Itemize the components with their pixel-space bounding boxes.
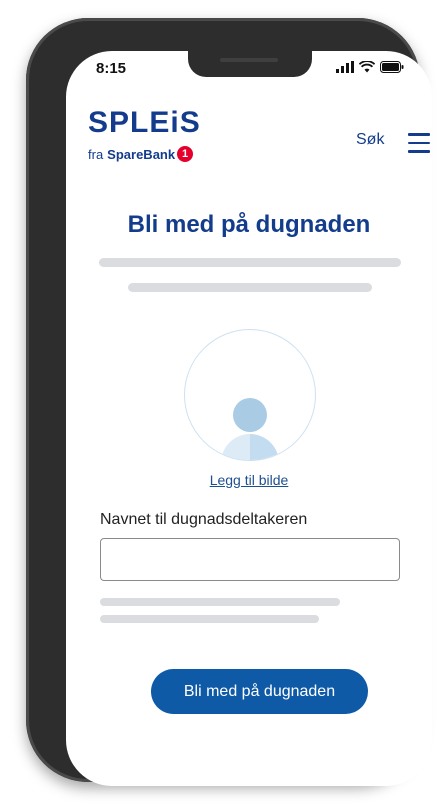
add-photo-link[interactable]: Legg til bilde (66, 472, 432, 488)
cellular-signal-icon (336, 61, 354, 73)
skeleton-line (128, 283, 372, 292)
battery-icon (380, 61, 404, 73)
wifi-icon (359, 61, 375, 73)
logo-sponsor: fra SpareBank 1 (88, 146, 201, 162)
status-time: 8:15 (96, 60, 127, 77)
spleis-logo[interactable]: SPLEiS fra SpareBank 1 (88, 108, 201, 162)
skeleton-line (100, 598, 340, 606)
notch-speaker (220, 58, 278, 62)
search-link[interactable]: Søk (356, 131, 384, 149)
sparebank-badge: 1 (177, 146, 194, 162)
join-dugnad-button[interactable]: Bli med på dugnaden (151, 669, 368, 714)
participant-name-input[interactable] (100, 538, 400, 581)
name-field-label: Navnet til dugnadsdeltakeren (100, 511, 308, 528)
skeleton-line (100, 615, 319, 623)
skeleton-line (99, 258, 401, 267)
logo-sub-brand: SpareBank (107, 146, 176, 162)
logo-wordmark: SPLEiS (88, 106, 201, 139)
page-title: Bli med på dugnaden (127, 211, 371, 238)
phone-frame: 8:15 SPLEiS fra SpareBank 1 Søk Bli med … (26, 18, 432, 786)
person-body-shape (221, 434, 279, 460)
status-icons (336, 61, 404, 73)
avatar-placeholder[interactable] (184, 329, 316, 461)
phone-notch (188, 51, 312, 77)
person-placeholder-icon (233, 398, 267, 432)
phone-screen: 8:15 SPLEiS fra SpareBank 1 Søk Bli med … (66, 51, 432, 786)
hamburger-menu-icon[interactable] (408, 133, 430, 153)
logo-sub-prefix: fra (88, 146, 104, 162)
